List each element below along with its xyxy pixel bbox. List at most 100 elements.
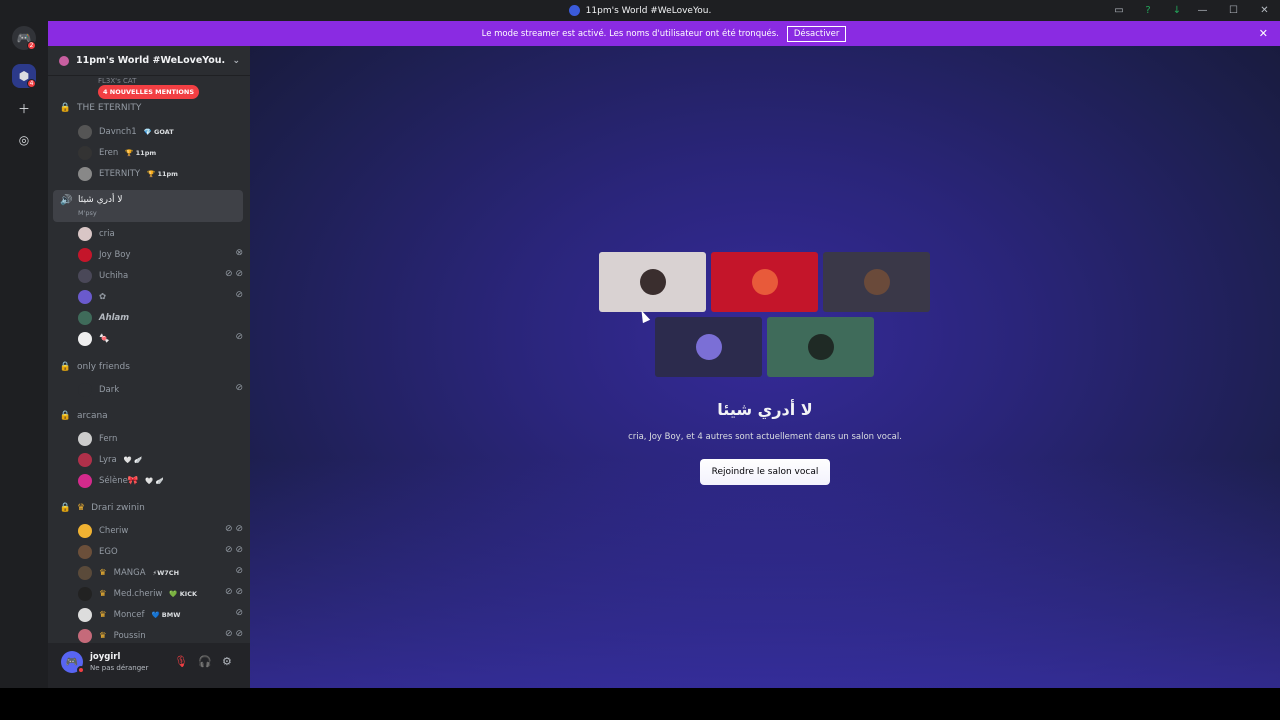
muted-deafened-icon: ⊘ ⊘ bbox=[225, 587, 243, 597]
close-window-button[interactable]: ✕ bbox=[1249, 5, 1280, 16]
avatar bbox=[78, 227, 92, 241]
user-status: Ne pas déranger bbox=[90, 664, 149, 672]
voice-user[interactable]: Ahlam bbox=[78, 309, 243, 327]
download-icon[interactable]: ↓ bbox=[1169, 3, 1185, 17]
minimize-button[interactable]: — bbox=[1187, 5, 1218, 16]
maximize-button[interactable]: ☐ bbox=[1218, 5, 1249, 16]
voice-user[interactable]: Dark ⊘ bbox=[78, 381, 243, 399]
streamer-mode-banner: Le mode streamer est activé. Les noms d'… bbox=[48, 21, 1280, 46]
user-name: ETERNITY bbox=[99, 169, 141, 179]
voice-user[interactable]: cria bbox=[78, 225, 243, 243]
voice-user[interactable]: Joy Boy ⊗ bbox=[78, 246, 243, 264]
muted-icon: ⊘ bbox=[235, 290, 243, 300]
muted-icon: ⊘ bbox=[235, 608, 243, 618]
server-header[interactable]: 11pm's World #WeLoveYou. ⌄ bbox=[48, 46, 250, 76]
user-tag: 💚 KICK bbox=[169, 590, 198, 598]
user-tag: 💙 BMW bbox=[151, 611, 181, 619]
user-tag: 🤍 🪽 bbox=[123, 456, 143, 464]
bottom-bar bbox=[0, 688, 1280, 720]
user-tag: 🤍 🪽 bbox=[145, 477, 164, 485]
muted-deafened-icon: ⊘ ⊘ bbox=[225, 545, 243, 555]
screen-share-icon[interactable]: ▭ bbox=[1111, 3, 1127, 17]
avatar bbox=[78, 566, 92, 580]
avatar bbox=[78, 332, 92, 346]
voice-user[interactable]: Sélène🎀 🤍 🪽 bbox=[78, 472, 243, 490]
headphones-icon[interactable]: 🎧 bbox=[198, 655, 212, 668]
category-arcana[interactable]: 🔒 arcana bbox=[60, 410, 108, 421]
voice-user[interactable]: EGO ⊘ ⊘ bbox=[78, 543, 243, 561]
category-eternity[interactable]: 🔒 THE ETERNITY bbox=[60, 102, 141, 113]
lock-icon: 🔒 bbox=[59, 502, 72, 513]
dnd-status-dot bbox=[77, 666, 85, 674]
close-banner-icon[interactable]: ✕ bbox=[1259, 27, 1268, 40]
user-name: joygirl bbox=[90, 652, 121, 662]
microphone-muted-icon[interactable]: 🎙 bbox=[174, 655, 188, 668]
voice-user[interactable]: ♛ MANGA ⚡W7CH ⊘ bbox=[78, 564, 243, 582]
participant-tile[interactable] bbox=[823, 252, 930, 312]
voice-user[interactable]: ETERNITY 🏆 11pm bbox=[78, 165, 243, 183]
category-name: only friends bbox=[77, 361, 130, 372]
avatar bbox=[78, 474, 92, 488]
avatar bbox=[78, 432, 92, 446]
category-name: arcana bbox=[77, 410, 108, 421]
help-icon[interactable]: ? bbox=[1140, 3, 1156, 17]
category-only-friends[interactable]: 🔒 only friends bbox=[60, 361, 130, 372]
lock-icon: 🔒 bbox=[59, 410, 72, 421]
user-name: 🍬 bbox=[99, 334, 110, 344]
voice-user[interactable]: Davnch1 💎 GOAT bbox=[78, 123, 243, 141]
banner-text: Le mode streamer est activé. Les noms d'… bbox=[481, 28, 779, 39]
join-voice-button[interactable]: Rejoindre le salon vocal bbox=[700, 459, 830, 485]
server-badge: 4 bbox=[27, 79, 36, 88]
voice-user[interactable]: Cheriw ⊘ ⊘ bbox=[78, 522, 243, 540]
user-tag: ⚡W7CH bbox=[152, 569, 180, 577]
new-mentions-pill[interactable]: 4 NOUVELLES MENTIONS bbox=[98, 85, 200, 99]
server-icon bbox=[568, 5, 580, 16]
avatar bbox=[78, 248, 92, 262]
explore-icon[interactable]: ◎ bbox=[12, 128, 36, 152]
user-name: Uchiha bbox=[99, 271, 129, 281]
user-tag: 🏆 11pm bbox=[147, 170, 178, 178]
user-name: Davnch1 bbox=[99, 127, 137, 137]
participant-tile[interactable] bbox=[655, 317, 762, 377]
voice-user[interactable]: Eren 🏆 11pm bbox=[78, 144, 243, 162]
avatar bbox=[78, 545, 92, 559]
user-tag: 🏆 11pm bbox=[125, 149, 157, 157]
user-name: Moncef bbox=[113, 610, 145, 620]
user-name: Dark bbox=[99, 385, 120, 395]
voice-user[interactable]: Uchiha ⊘ ⊘ bbox=[78, 267, 243, 285]
deactivate-button[interactable]: Désactiver bbox=[786, 25, 847, 42]
voice-channel-description: cria, Joy Boy, et 4 autres sont actuelle… bbox=[628, 432, 902, 442]
server-name: 11pm's World #WeLoveYou. bbox=[76, 55, 226, 66]
chevron-down-icon[interactable]: ⌄ bbox=[232, 56, 240, 66]
participant-tile[interactable] bbox=[767, 317, 874, 377]
crown-icon: ♛ bbox=[99, 610, 107, 620]
gear-icon[interactable]: ⚙ bbox=[222, 655, 232, 668]
user-name: cria bbox=[99, 229, 115, 239]
channel-sidebar: 11pm's World #WeLoveYou. ⌄ FL3X's CAT 4 … bbox=[48, 46, 250, 688]
voice-user[interactable]: ✿ ⊘ bbox=[78, 288, 243, 306]
add-server-icon[interactable]: ＋ bbox=[12, 96, 36, 120]
participant-tile[interactable] bbox=[711, 252, 818, 312]
muted-deafened-icon: ⊘ ⊘ bbox=[225, 629, 243, 639]
avatar bbox=[78, 167, 92, 181]
user-name: Eren bbox=[99, 148, 119, 158]
voice-user[interactable]: Lyra 🤍 🪽 bbox=[78, 451, 243, 469]
voice-user[interactable]: 🍬 ⊘ bbox=[78, 330, 243, 348]
voice-user[interactable]: ♛ Med.cheriw 💚 KICK ⊘ ⊘ bbox=[78, 585, 243, 603]
avatar bbox=[78, 146, 92, 160]
avatar bbox=[78, 290, 92, 304]
avatar bbox=[78, 587, 92, 601]
category-drari-zwinin[interactable]: 🔒 ♛ Drari zwinin bbox=[60, 502, 145, 513]
user-name: Lyra bbox=[99, 455, 117, 465]
voice-user[interactable]: Fern bbox=[78, 430, 243, 448]
voice-user[interactable]: ♛ Moncef 💙 BMW ⊘ bbox=[78, 606, 243, 624]
lock-icon: 🔒 bbox=[59, 102, 72, 113]
avatar bbox=[78, 311, 92, 325]
voice-channel-name: لا أدري شيئا bbox=[78, 195, 123, 205]
xbox-icon: ⊗ bbox=[235, 248, 243, 258]
crown-icon: ♛ bbox=[77, 502, 86, 513]
participant-tile[interactable] bbox=[599, 252, 706, 312]
crown-icon: ♛ bbox=[99, 631, 107, 641]
avatar bbox=[695, 334, 722, 360]
active-voice-channel[interactable]: 🔊 لا أدري شيئا M'psy bbox=[53, 190, 243, 222]
